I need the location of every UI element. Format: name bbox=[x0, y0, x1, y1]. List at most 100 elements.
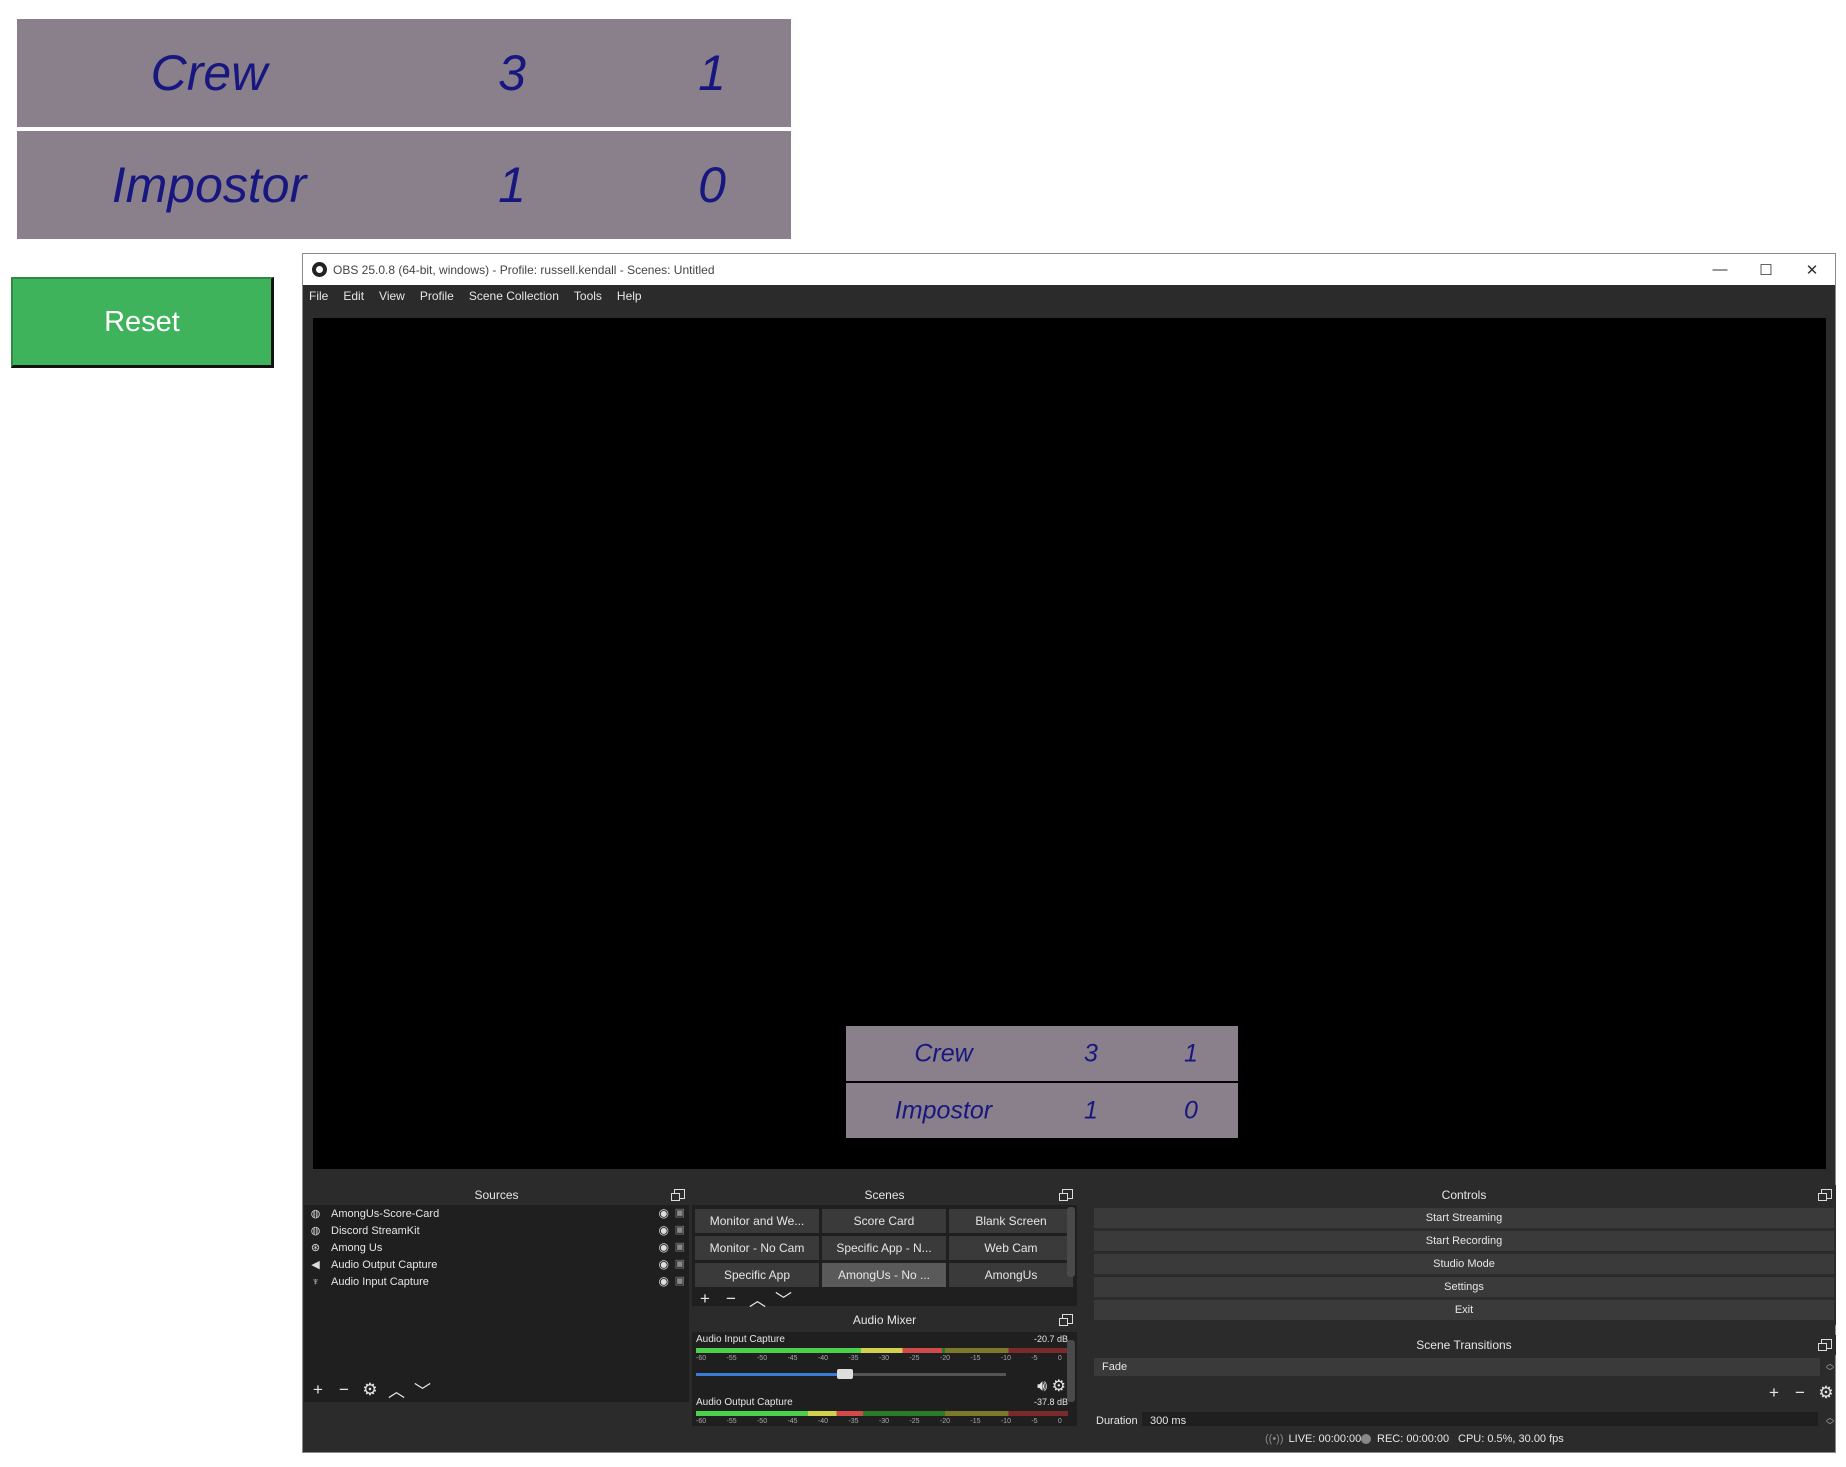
lock-icon[interactable]: ▣ bbox=[675, 1257, 685, 1270]
mixer-channel: Audio Output Capture -37.8 dB -60 -55 -5… bbox=[696, 1397, 1068, 1425]
speaker-icon: ◀ bbox=[311, 1259, 320, 1271]
remove-icon[interactable]: − bbox=[336, 1380, 352, 1400]
tick-label: -55 bbox=[726, 1355, 737, 1362]
eye-icon[interactable]: ◉ bbox=[659, 1240, 669, 1254]
source-item[interactable]: ◍ AmongUs-Score-Card ◉ ▣ bbox=[304, 1205, 689, 1222]
tick-label: -35 bbox=[848, 1355, 859, 1362]
team-name: Crew bbox=[150, 45, 268, 101]
settings-button[interactable]: Settings bbox=[1094, 1277, 1834, 1297]
undock-icon[interactable] bbox=[1059, 1189, 1073, 1201]
minimize-icon[interactable]: — bbox=[1697, 254, 1743, 285]
eye-icon[interactable]: ◉ bbox=[659, 1206, 669, 1220]
slider-thumb[interactable] bbox=[836, 1369, 853, 1379]
scene-button[interactable]: Specific App bbox=[695, 1263, 819, 1287]
lock-icon[interactable]: ▣ bbox=[675, 1240, 685, 1253]
transitions-title: Scene Transitions bbox=[1416, 1338, 1512, 1352]
preview-scorecard-row-impostor[interactable]: Impostor 1 0 bbox=[846, 1083, 1238, 1138]
chevron-up-icon[interactable]: ︿ bbox=[749, 1286, 766, 1311]
menu-view[interactable]: View bbox=[379, 289, 405, 303]
scene-button[interactable]: Blank Screen bbox=[949, 1209, 1073, 1233]
meter-ticks: -60 -55 -50 -45 -40 -35 -30 -25 -20 -15 … bbox=[696, 1355, 1068, 1362]
menu-profile[interactable]: Profile bbox=[420, 289, 454, 303]
tick-label: -10 bbox=[1000, 1418, 1011, 1425]
scenes-scrollbar[interactable] bbox=[1067, 1207, 1075, 1277]
preview-scorecard-row-crew[interactable]: Crew 3 1 bbox=[846, 1026, 1238, 1081]
tick-label: -20 bbox=[939, 1418, 950, 1425]
maximize-icon[interactable]: ☐ bbox=[1743, 254, 1789, 285]
tick-label: -45 bbox=[787, 1418, 798, 1425]
scenes-toolbar: + − ︿ ﹀ bbox=[697, 1286, 801, 1311]
transition-select[interactable]: Fade bbox=[1094, 1358, 1820, 1376]
tick-label: -30 bbox=[878, 1418, 890, 1425]
tick-label: 0 bbox=[1057, 1418, 1062, 1425]
eye-icon[interactable]: ◉ bbox=[659, 1223, 669, 1237]
chevron-down-icon[interactable]: ﹀ bbox=[414, 1377, 431, 1402]
close-icon[interactable]: ✕ bbox=[1789, 254, 1835, 285]
scene-button[interactable]: Score Card bbox=[822, 1209, 946, 1233]
scene-button[interactable]: Monitor and We... bbox=[695, 1209, 819, 1233]
source-item[interactable]: ◀ Audio Output Capture ◉ ▣ bbox=[304, 1256, 689, 1273]
broadcast-icon: ((•)) bbox=[1265, 1433, 1284, 1445]
scene-button[interactable]: Monitor - No Cam bbox=[695, 1236, 819, 1260]
live-time: LIVE: 00:00:00 bbox=[1288, 1433, 1362, 1445]
scene-button[interactable]: AmongUs bbox=[949, 1263, 1073, 1287]
remove-icon[interactable]: − bbox=[723, 1289, 739, 1309]
select-arrows-icon[interactable]: ︿ ﹀ bbox=[1826, 1360, 1834, 1376]
lock-icon[interactable]: ▣ bbox=[675, 1274, 685, 1287]
gear-icon[interactable]: ⚙ bbox=[1818, 1383, 1834, 1403]
scene-button-active[interactable]: AmongUs - No ... bbox=[822, 1263, 946, 1287]
gear-icon[interactable]: ⚙ bbox=[362, 1380, 378, 1400]
obs-window: OBS 25.0.8 (64-bit, windows) - Profile: … bbox=[302, 253, 1836, 1453]
remove-icon[interactable]: − bbox=[1792, 1383, 1808, 1403]
menu-scene-collection[interactable]: Scene Collection bbox=[469, 289, 559, 303]
undock-icon[interactable] bbox=[1818, 1339, 1832, 1351]
scene-button[interactable]: Specific App - N... bbox=[822, 1236, 946, 1260]
lock-icon[interactable]: ▣ bbox=[675, 1223, 685, 1236]
reset-button[interactable]: Reset bbox=[11, 277, 274, 368]
eye-icon[interactable]: ◉ bbox=[659, 1274, 669, 1288]
menu-tools[interactable]: Tools bbox=[574, 289, 602, 303]
add-icon[interactable]: + bbox=[310, 1380, 326, 1400]
source-item[interactable]: ⊛ Among Us ◉ ▣ bbox=[304, 1239, 689, 1256]
add-icon[interactable]: + bbox=[697, 1289, 713, 1309]
channel-name: Audio Input Capture bbox=[696, 1334, 785, 1345]
chevron-up-icon[interactable]: ︿ bbox=[388, 1377, 405, 1402]
title-bar: OBS 25.0.8 (64-bit, windows) - Profile: … bbox=[303, 254, 1835, 285]
preview-canvas[interactable]: Crew 3 1 Impostor 1 0 bbox=[313, 318, 1826, 1169]
menu-file[interactable]: File bbox=[309, 289, 328, 303]
channel-db: -20.7 dB bbox=[1033, 1334, 1068, 1344]
add-icon[interactable]: + bbox=[1766, 1383, 1782, 1403]
undock-icon[interactable] bbox=[671, 1189, 685, 1201]
menu-help[interactable]: Help bbox=[617, 289, 642, 303]
menu-edit[interactable]: Edit bbox=[343, 289, 364, 303]
source-label: Audio Output Capture bbox=[331, 1258, 438, 1271]
cpu-status: CPU: 0.5%, 30.00 fps bbox=[1458, 1433, 1564, 1445]
mixer-header: Audio Mixer bbox=[692, 1310, 1077, 1330]
exit-button[interactable]: Exit bbox=[1094, 1300, 1834, 1320]
live-status: ((•)) LIVE: 00:00:00 bbox=[1265, 1433, 1361, 1445]
lock-icon[interactable]: ▣ bbox=[675, 1206, 685, 1219]
mixer-scrollbar[interactable] bbox=[1067, 1340, 1075, 1402]
start-recording-button[interactable]: Start Recording bbox=[1094, 1231, 1834, 1251]
source-item[interactable]: ♆ Audio Input Capture ◉ ▣ bbox=[304, 1273, 689, 1290]
scene-button[interactable]: Web Cam bbox=[949, 1236, 1073, 1260]
globe-icon: ◍ bbox=[310, 1208, 321, 1220]
volume-slider[interactable] bbox=[696, 1366, 1006, 1382]
chevron-down-icon[interactable]: ﹀ bbox=[775, 1286, 792, 1311]
transition-selected: Fade bbox=[1102, 1361, 1128, 1373]
tick-label: 0 bbox=[1057, 1355, 1062, 1362]
undock-icon[interactable] bbox=[1818, 1189, 1832, 1201]
tick-label: -50 bbox=[756, 1355, 768, 1362]
studio-mode-button[interactable]: Studio Mode bbox=[1094, 1254, 1834, 1274]
tick-label: -15 bbox=[970, 1418, 981, 1425]
undock-icon[interactable] bbox=[1059, 1314, 1073, 1326]
transitions-panel: Fade ︿﹀ + − ⚙ Duration 300 ms ︿﹀ bbox=[1092, 1355, 1836, 1433]
speaker-icon[interactable]: 🔊︎ ⚙ bbox=[1037, 1376, 1066, 1396]
source-label: Audio Input Capture bbox=[331, 1275, 429, 1288]
menu-bar: File Edit View Profile Scene Collection … bbox=[303, 285, 1835, 307]
source-item[interactable]: ◍ Discord StreamKit ◉ ▣ bbox=[304, 1222, 689, 1239]
sources-title: Sources bbox=[474, 1188, 519, 1202]
start-streaming-button[interactable]: Start Streaming bbox=[1094, 1208, 1834, 1228]
tick-label: -35 bbox=[848, 1418, 859, 1425]
eye-icon[interactable]: ◉ bbox=[659, 1257, 669, 1271]
